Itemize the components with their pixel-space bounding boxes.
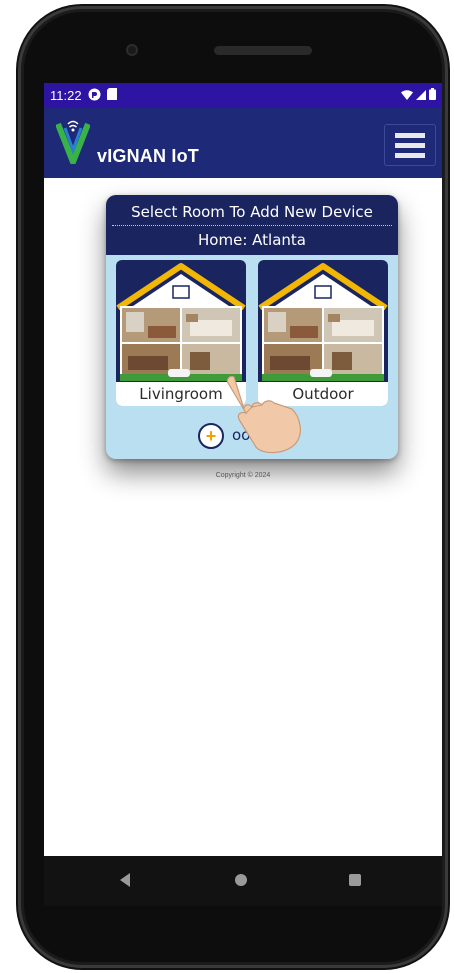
house-room-icon <box>258 263 388 310</box>
house-room-icon <box>116 263 246 310</box>
app-title: vIGNAN IoT <box>97 146 200 166</box>
tap-hand-icon <box>226 375 301 454</box>
front-camera <box>126 44 138 56</box>
signal-icon <box>416 88 426 103</box>
dialog-subtitle: Home: Atlanta <box>198 231 306 249</box>
header-divider <box>112 225 392 226</box>
back-icon[interactable] <box>120 873 130 887</box>
battery-icon <box>429 88 436 103</box>
dialog-header: Select Room To Add New Device Home: Atla… <box>106 195 398 255</box>
copyright-text: Copyright © 2024 <box>215 472 271 479</box>
sim-card-icon <box>106 88 117 103</box>
app-notification-icon <box>88 88 101 104</box>
room-photo <box>120 306 242 381</box>
home-icon[interactable] <box>235 874 247 886</box>
earpiece-speaker <box>214 46 312 55</box>
app-bar: vIGNAN IoT <box>44 108 442 178</box>
hamburger-menu-icon[interactable] <box>384 124 436 166</box>
navigation-bar <box>44 856 442 906</box>
vignan-logo-icon <box>55 120 91 169</box>
status-time: 11:22 <box>50 88 82 103</box>
status-bar: 11:22 <box>44 83 442 108</box>
dialog-title: Select Room To Add New Device <box>131 203 373 221</box>
room-photo <box>262 306 384 381</box>
recents-icon[interactable] <box>349 874 361 886</box>
wifi-icon <box>401 88 413 103</box>
device-screen: 11:22 vIGNAN IoT Select Room To Add New … <box>44 83 442 856</box>
